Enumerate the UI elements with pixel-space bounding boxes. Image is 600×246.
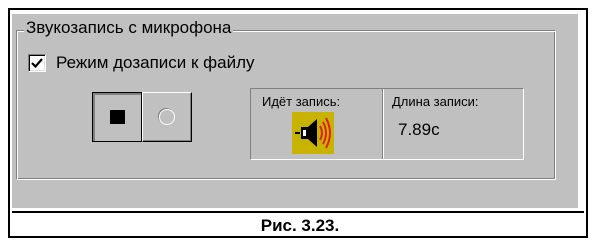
append-mode-label[interactable]: Режим дозаписи к файлу	[56, 52, 255, 74]
record-circle-icon	[159, 109, 175, 125]
stop-button[interactable]	[92, 92, 142, 142]
stop-square-icon	[110, 110, 125, 124]
groupbox-title: Звукозапись с микрофона	[24, 18, 234, 38]
append-mode-checkbox[interactable]	[28, 54, 46, 72]
record-length-value: 7.89c	[398, 120, 440, 139]
speaker-icon	[292, 112, 334, 154]
status-panel-divider	[382, 89, 384, 159]
record-length-label: Длина записи:	[392, 94, 479, 109]
recording-status-label: Идёт запись:	[262, 94, 341, 109]
checkmark-icon	[31, 58, 43, 69]
caption-divider	[12, 211, 584, 213]
figure-caption: Рис. 3.23.	[260, 216, 340, 235]
record-button[interactable]	[142, 92, 192, 142]
